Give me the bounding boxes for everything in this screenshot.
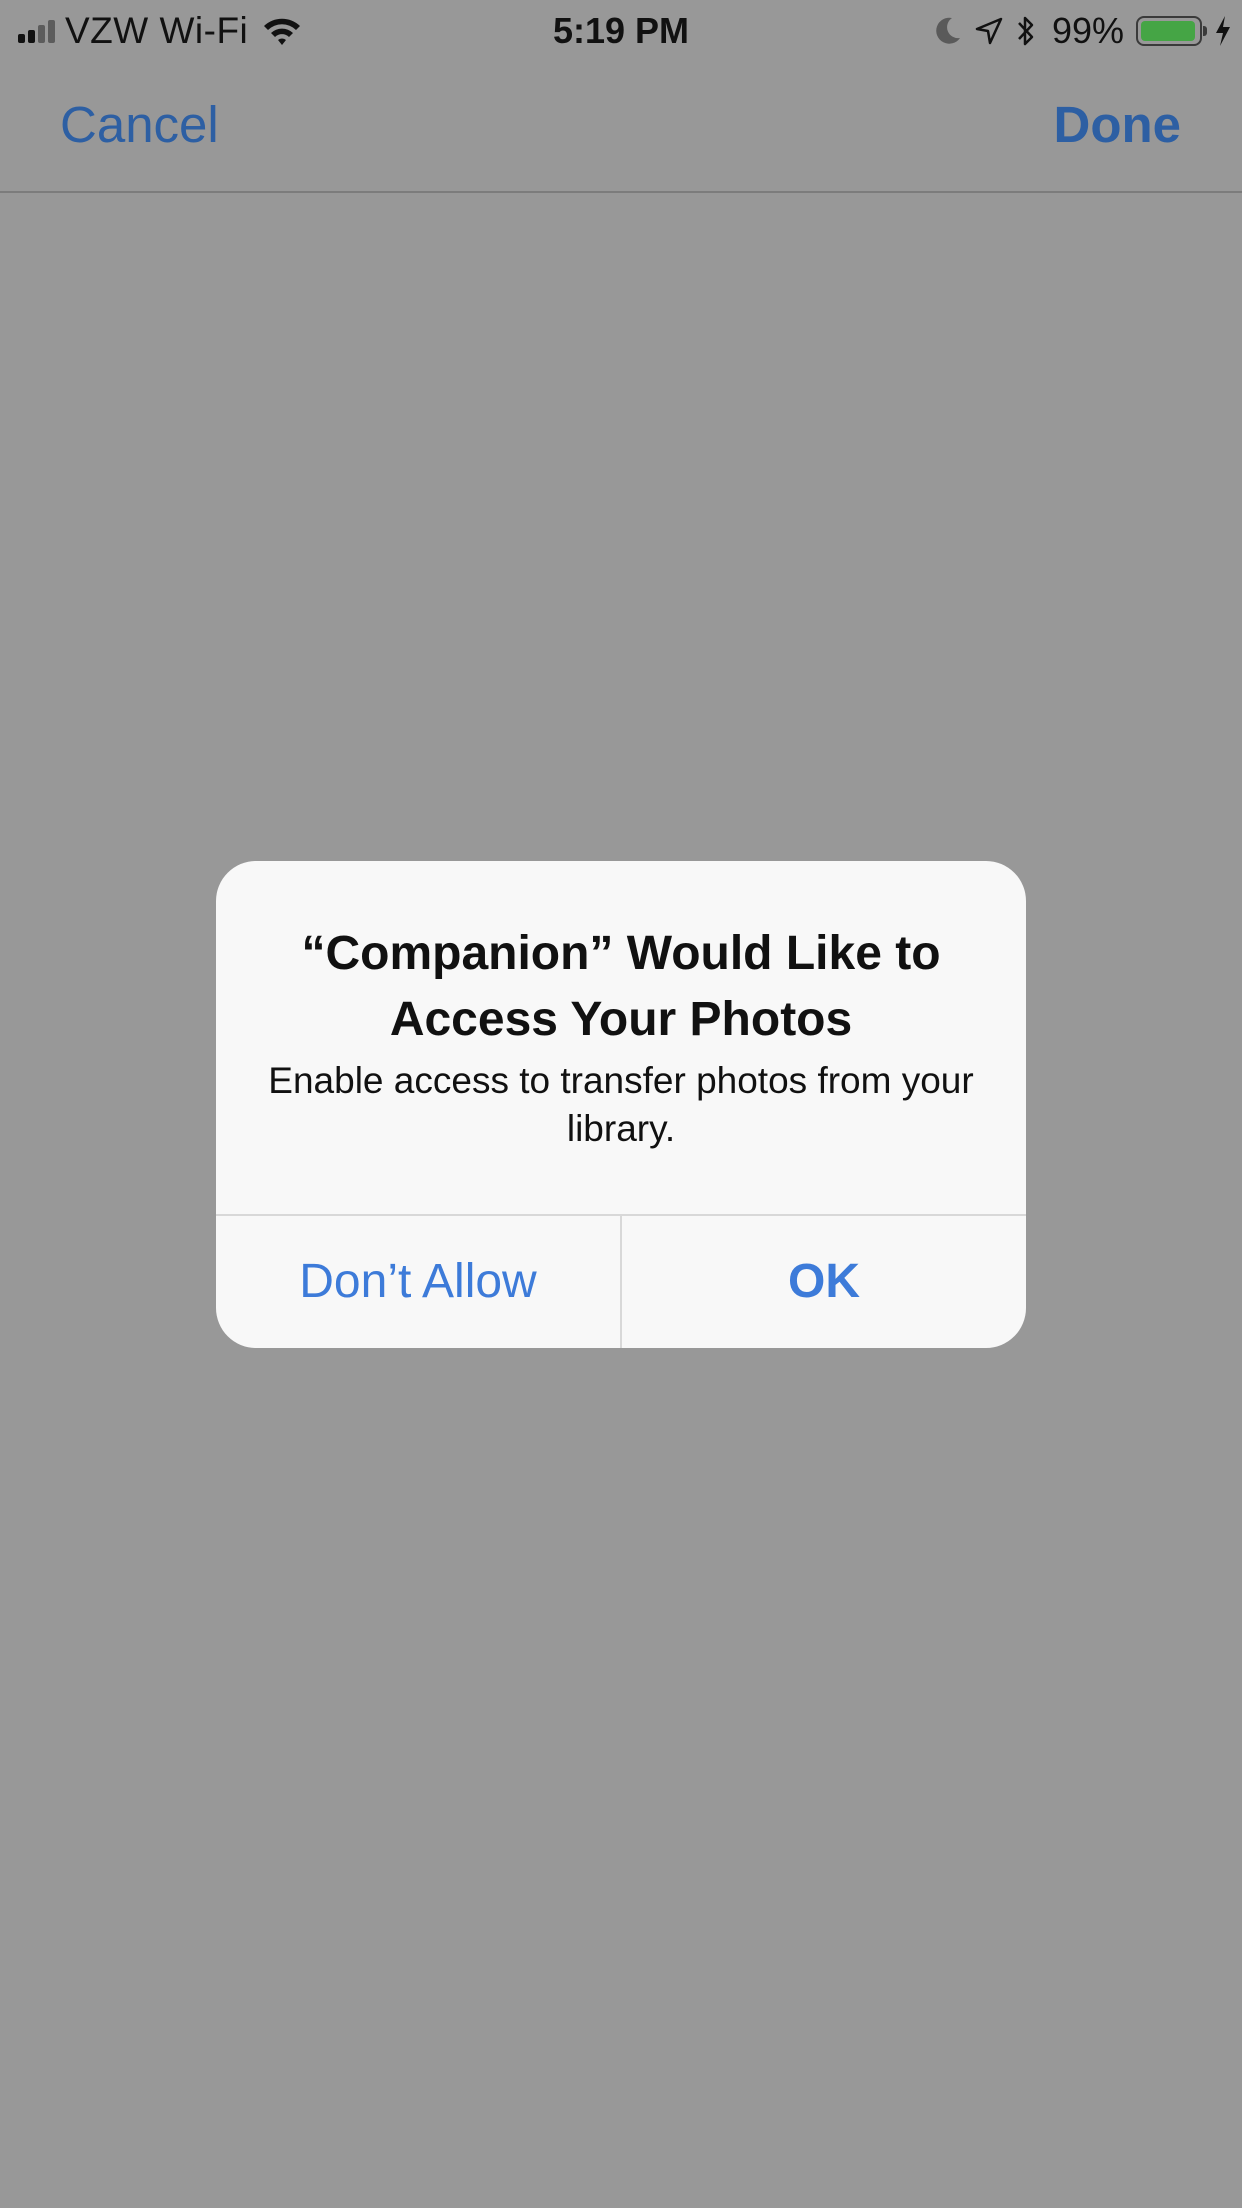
wifi-icon (262, 16, 302, 46)
battery-level (1141, 21, 1196, 41)
signal-icon (18, 19, 55, 43)
status-bar: VZW Wi-Fi 5:19 PM 99% (0, 0, 1242, 60)
alert-title: “Companion” Would Like to Access Your Ph… (301, 927, 941, 1046)
alert-message: Enable access to transfer photos from yo… (268, 1060, 974, 1149)
battery-icon (1136, 16, 1207, 46)
charging-icon (1214, 15, 1232, 47)
ok-button[interactable]: OK (622, 1216, 1026, 1348)
status-right: 99% (934, 8, 1232, 54)
bluetooth-icon (1016, 14, 1036, 48)
battery-percent: 99% (1051, 10, 1124, 51)
location-icon (974, 16, 1004, 46)
permission-alert: “Companion” Would Like to Access Your Ph… (216, 861, 1026, 1348)
dont-allow-button[interactable]: Don’t Allow (216, 1216, 620, 1348)
carrier-label: VZW Wi-Fi (65, 10, 249, 51)
status-left: VZW Wi-Fi (18, 8, 302, 54)
cancel-button[interactable]: Cancel (60, 90, 219, 160)
moon-icon (934, 16, 962, 46)
done-button[interactable]: Done (1054, 90, 1182, 160)
nav-bar: Cancel Done (0, 60, 1242, 193)
alert-body: “Companion” Would Like to Access Your Ph… (216, 861, 1026, 1214)
